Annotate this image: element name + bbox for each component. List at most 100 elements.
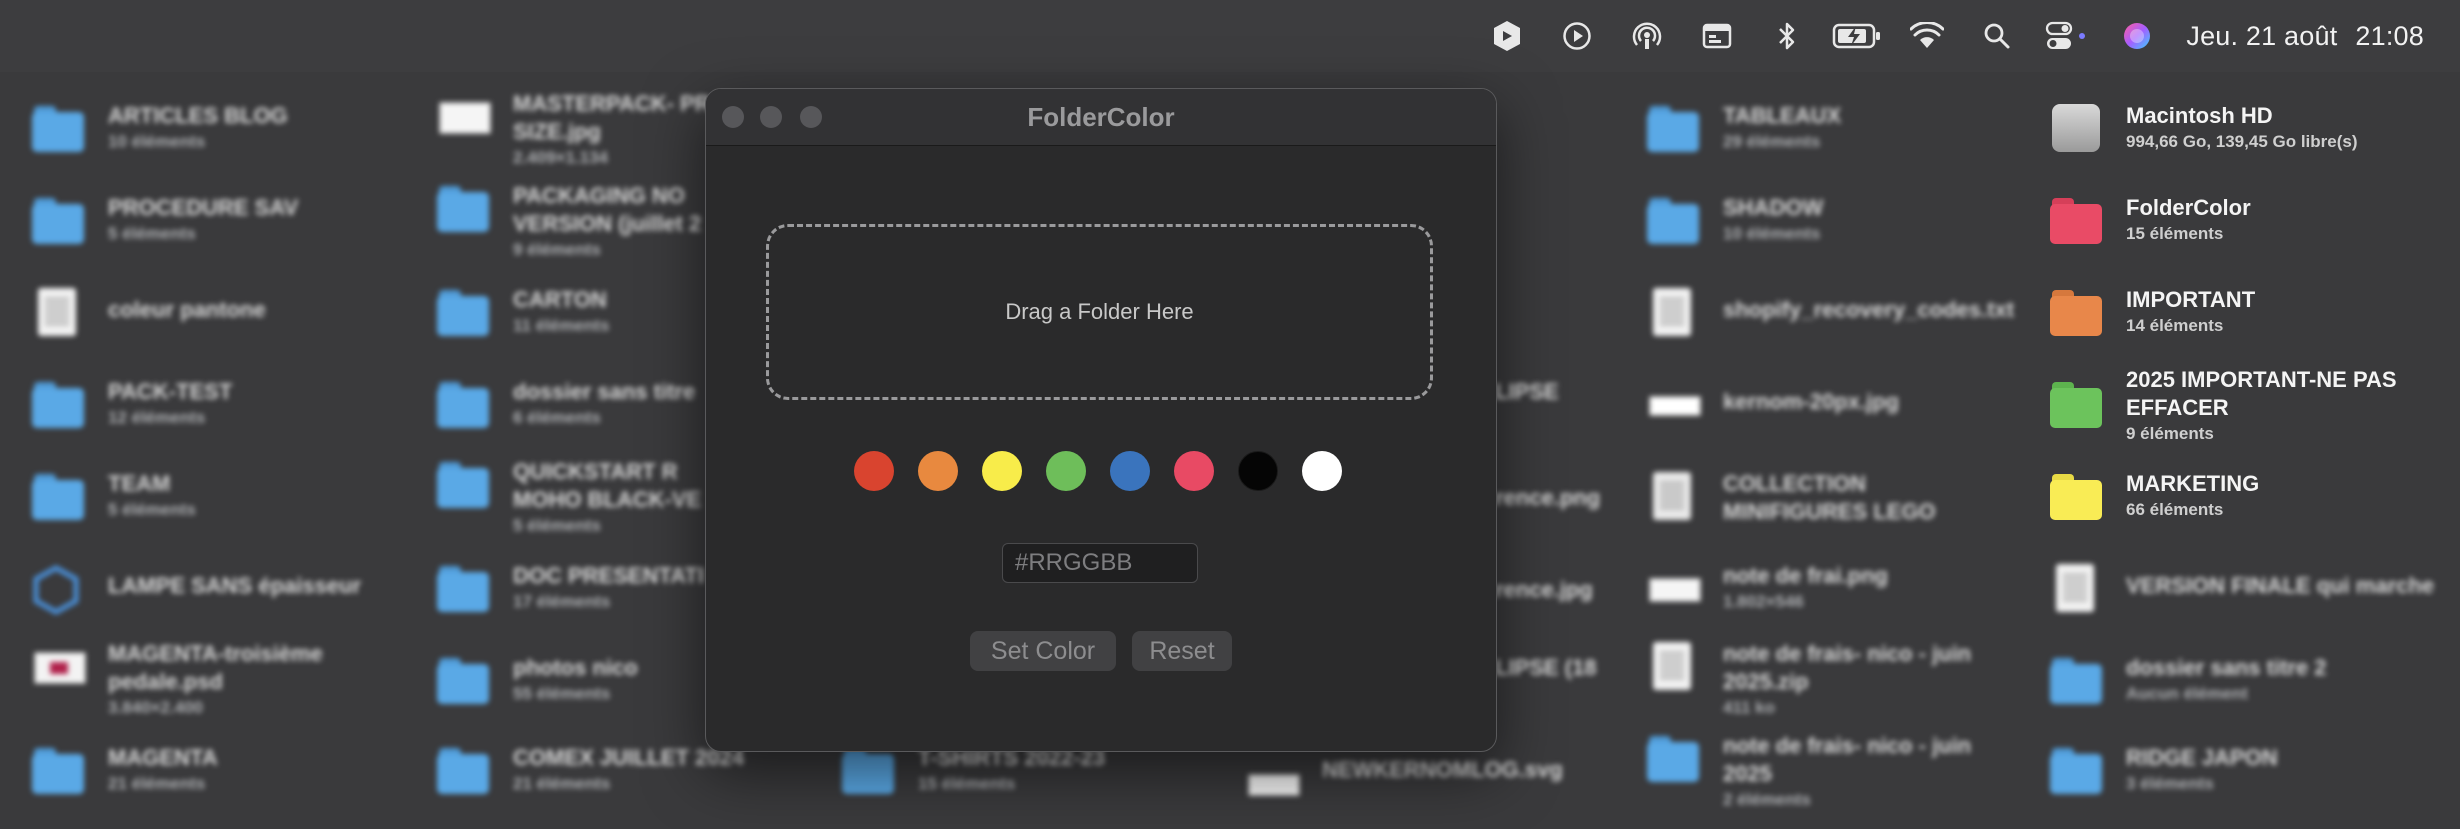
item-name: ARTICLES BLOG — [108, 103, 288, 128]
desktop-item[interactable]: shopify_recovery_codes.txt — [1645, 286, 2014, 340]
item-info: Aucun élément — [2126, 684, 2248, 703]
spotlight-search-icon[interactable] — [1962, 0, 2032, 72]
desktop-item[interactable]: TEAM 5 éléments — [30, 470, 196, 524]
window-titlebar[interactable]: FolderColor — [706, 89, 1496, 146]
desktop-item-macintosh-hd[interactable]: Macintosh HD 994,66 Go, 139,45 Go libre(s… — [2048, 102, 2358, 156]
item-info: 5 éléments — [108, 224, 196, 243]
item-name: note de frai.png — [1723, 563, 1888, 588]
siri-icon[interactable] — [2102, 0, 2172, 72]
control-center-icon[interactable] — [2032, 0, 2102, 72]
desktop-item[interactable]: MAGENTA 21 éléments — [30, 744, 218, 798]
play-circle-icon[interactable] — [1542, 0, 1612, 72]
item-info: 5 éléments — [108, 500, 196, 519]
screen-mirror-icon[interactable] — [1682, 0, 1752, 72]
desktop-item[interactable]: note de frais- nico - juin 2025 2 élément… — [1645, 732, 1983, 812]
desktop-item[interactable]: PROCEDURE SAV 5 éléments — [30, 194, 298, 248]
color-swatch-orange[interactable] — [918, 451, 958, 491]
item-info: 12 éléments — [108, 408, 206, 427]
folder-icon — [435, 564, 493, 616]
color-swatch-black[interactable] — [1238, 451, 1278, 491]
minimize-window-button[interactable] — [760, 106, 782, 128]
color-swatch-white[interactable] — [1302, 451, 1342, 491]
foldercolor-window: FolderColor Drag a Folder Here Set Color… — [705, 88, 1497, 752]
menu-bar: Jeu. 21 août 21:08 — [0, 0, 2460, 72]
desktop-item[interactable]: photos nico 55 éléments — [435, 654, 638, 708]
menubar-clock[interactable]: Jeu. 21 août 21:08 — [2186, 21, 2424, 52]
desktop-item-important[interactable]: IMPORTANT 14 éléments — [2048, 286, 2255, 340]
item-name: MAGENTA — [108, 745, 218, 770]
item-name: LAMPE SANS épaisseur — [108, 573, 362, 598]
folder-icon — [2048, 656, 2106, 708]
desktop-item[interactable]: COMEX JUILLET 2024 21 éléments — [435, 744, 744, 798]
item-name: MAGENTA-troisième pedale.psd — [108, 641, 323, 694]
item-name: FolderColor — [2126, 195, 2251, 220]
reset-button[interactable]: Reset — [1132, 631, 1232, 671]
document-icon — [1645, 288, 1703, 340]
folder-icon — [30, 380, 88, 432]
item-name: rence.jpg — [1495, 577, 1593, 602]
desktop-item[interactable]: coleur pantone — [30, 286, 266, 340]
folder-drop-zone[interactable]: Drag a Folder Here — [766, 224, 1433, 400]
desktop-item[interactable]: COLLECTION MINIFIGURES LEGO — [1645, 470, 1963, 526]
folder-icon — [435, 460, 493, 512]
app-extension-icon[interactable] — [1472, 0, 1542, 72]
desktop-item[interactable]: LAMPE SANS épaisseur — [30, 562, 361, 616]
desktop-item[interactable]: MAGENTA-troisième pedale.psd 3.840×2.400 — [30, 640, 358, 720]
desktop-item[interactable]: PACK-TEST 12 éléments — [30, 378, 232, 432]
folder-icon — [30, 472, 88, 524]
desktop-item[interactable]: rence.png — [1495, 484, 1600, 512]
desktop-item[interactable]: kernom-20px.jpg — [1645, 378, 1899, 432]
item-name: dossier sans titre 2 — [2126, 655, 2327, 680]
color-swatch-blue[interactable] — [1110, 451, 1150, 491]
color-swatch-yellow[interactable] — [982, 451, 1022, 491]
desktop-item[interactable]: dossier sans titre 6 éléments — [435, 378, 695, 432]
item-name: kernom-20px.jpg — [1723, 389, 1900, 414]
desktop-item[interactable]: ARTICLES BLOG 10 éléments — [30, 102, 288, 156]
document-icon — [30, 288, 88, 340]
bluetooth-icon[interactable] — [1752, 0, 1822, 72]
desktop-item[interactable]: note de frai.png 1.802×546 — [1645, 562, 1888, 616]
wifi-icon[interactable] — [1892, 0, 1962, 72]
desktop-item[interactable]: MASTERPACK- PR SIZE.jpg 2.409×1.134 — [435, 90, 723, 170]
document-icon — [1645, 472, 1703, 524]
desktop-item[interactable]: TABLEAUX 29 éléments — [1645, 102, 1841, 156]
item-name: PACK-TEST — [108, 379, 233, 404]
desktop-item[interactable]: NEWKERNOMLOG.svg — [1244, 756, 1563, 810]
desktop-item[interactable]: QUICKSTART R MOHO BLACK-VE 5 éléments — [435, 458, 733, 538]
folder-icon — [30, 196, 88, 248]
image-file-icon — [1244, 758, 1302, 810]
desktop-item-foldercolor[interactable]: FolderColor 15 éléments — [2048, 194, 2251, 248]
item-info: 9 éléments — [2126, 424, 2214, 443]
item-info: 66 éléments — [2126, 500, 2224, 519]
item-info: 6 éléments — [513, 408, 601, 427]
color-swatch-pink[interactable] — [1174, 451, 1214, 491]
desktop-item[interactable]: DOC PRESENTATI 17 éléments — [435, 562, 704, 616]
set-color-button[interactable]: Set Color — [970, 631, 1116, 671]
desktop-item[interactable]: VERSION FINALE qui marche — [2048, 562, 2434, 616]
zoom-window-button[interactable] — [800, 106, 822, 128]
airplay-broadcast-icon[interactable] — [1612, 0, 1682, 72]
item-info: 15 éléments — [2126, 224, 2224, 243]
desktop-item[interactable]: RIDGE JAPON 3 éléments — [2048, 744, 2278, 798]
desktop-item[interactable]: note de frais- nico - juin 2025.zip 411 k… — [1645, 640, 1983, 720]
desktop-item[interactable]: LIPSE (18 — [1495, 654, 1596, 682]
desktop-item-marketing[interactable]: MARKETING 66 éléments — [2048, 470, 2259, 524]
desktop-item[interactable]: T-SHIRTS 2022-23 15 éléments — [840, 744, 1105, 798]
color-swatch-red[interactable] — [854, 451, 894, 491]
close-window-button[interactable] — [722, 106, 744, 128]
desktop-item[interactable]: rence.jpg — [1495, 576, 1593, 604]
color-swatch-green[interactable] — [1046, 451, 1086, 491]
battery-charging-icon[interactable] — [1822, 0, 1892, 72]
item-name: shopify_recovery_codes.txt — [1723, 297, 2015, 322]
desktop-item[interactable]: CARTON 11 éléments — [435, 286, 609, 340]
item-info: 21 éléments — [108, 774, 206, 793]
desktop-item[interactable]: SHADOW 10 éléments — [1645, 194, 1823, 248]
folder-icon — [435, 746, 493, 798]
item-name: LIPSE (18 — [1495, 655, 1597, 680]
folder-icon — [30, 746, 88, 798]
desktop-item[interactable]: LIPSE — [1495, 378, 1559, 406]
hex-color-input[interactable] — [1002, 543, 1198, 583]
desktop-item-2025-important[interactable]: 2025 IMPORTANT-NE PAS EFFACER 9 éléments — [2048, 366, 2426, 446]
folder-icon — [435, 380, 493, 432]
desktop-item[interactable]: dossier sans titre 2 Aucun élément — [2048, 654, 2327, 708]
